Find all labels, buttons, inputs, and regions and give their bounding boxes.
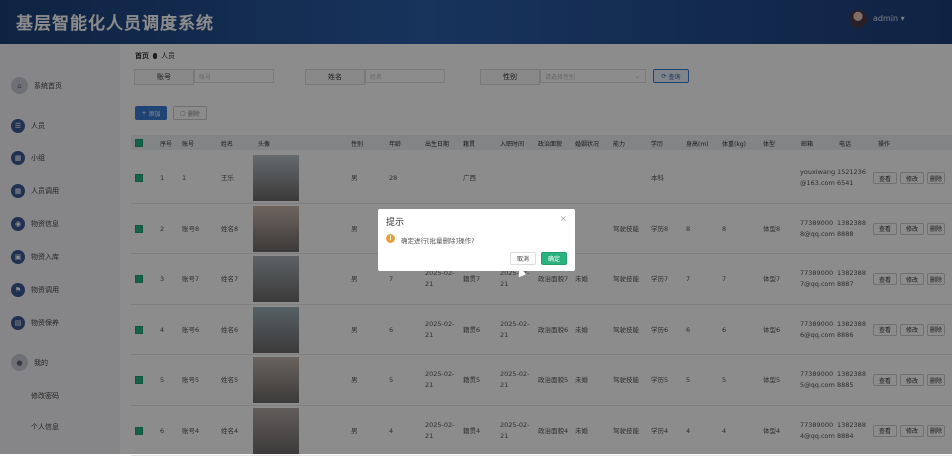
confirm-button[interactable]: 确定 — [541, 252, 567, 265]
warning-icon: ! — [386, 234, 395, 243]
cancel-button[interactable]: 取消 — [510, 252, 536, 265]
dialog-title: 提示 — [386, 218, 405, 228]
dialog-message: 确定进行[批量删除]操作? — [401, 237, 475, 245]
confirm-dialog: 提示 × ! 确定进行[批量删除]操作? 取消 确定 — [378, 209, 575, 271]
close-icon[interactable]: × — [560, 214, 567, 223]
